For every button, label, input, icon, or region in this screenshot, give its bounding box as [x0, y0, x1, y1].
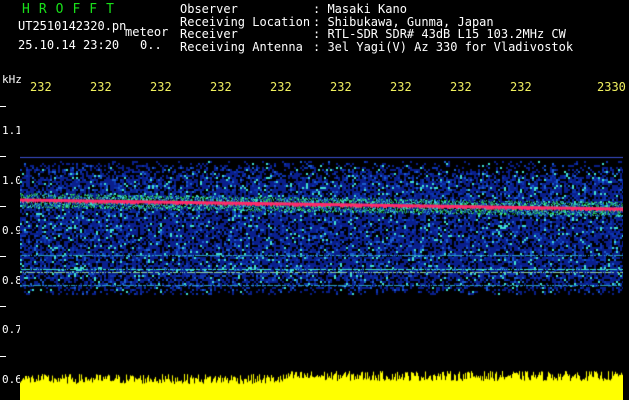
y-gridline-mark — [0, 256, 6, 257]
y-tick-label: 0.7 — [2, 323, 22, 336]
x-tick-label: 232 — [210, 80, 232, 94]
x-tick-label: 2330 — [597, 80, 626, 94]
y-axis-unit: kHz — [2, 73, 22, 86]
y-tick-label: 1.0 — [2, 174, 22, 187]
y-tick-label: 0.8 — [2, 274, 22, 287]
datetime: 25.10.14 23:20 — [18, 38, 120, 52]
spectrogram-plot — [20, 95, 623, 400]
header: HROFFT UT2510142320.pn meteor 25.10.14 2… — [0, 0, 629, 75]
x-tick-label: 232 — [510, 80, 532, 94]
file-tag: meteor — [125, 25, 169, 39]
meta-row-receiver: Receiver: RTL-SDR SDR# 43dB L15 103.2MHz… — [180, 27, 566, 41]
x-tick-label: 232 — [270, 80, 292, 94]
y-tick-label: 0.9 — [2, 224, 22, 237]
datetime-suffix: 0.. — [140, 38, 162, 52]
y-gridline-mark — [0, 356, 6, 357]
x-tick-label: 232 — [390, 80, 412, 94]
x-tick-label: 232 — [90, 80, 112, 94]
y-tick-label: 1.1 — [2, 124, 22, 137]
x-tick-label: 232 — [330, 80, 352, 94]
x-tick-label: 232 — [150, 80, 172, 94]
file-name: UT2510142320.pn — [18, 19, 127, 33]
x-tick-label: 232 — [30, 80, 52, 94]
y-gridline-mark — [0, 156, 6, 157]
metadata-block: Observer: Masaki Kano Receiving Location… — [180, 3, 573, 53]
y-gridline-mark — [0, 206, 6, 207]
y-gridline-mark — [0, 306, 6, 307]
y-gridline-mark — [0, 106, 6, 107]
y-tick-label: 0.6 — [2, 373, 22, 386]
app-logo: HROFFT — [22, 2, 123, 17]
meta-row-antenna: Receiving Antenna: 3el Yagi(V) Az 330 fo… — [180, 39, 574, 54]
x-tick-label: 232 — [450, 80, 472, 94]
meta-row-observer: Observer: Masaki Kano — [180, 2, 407, 16]
